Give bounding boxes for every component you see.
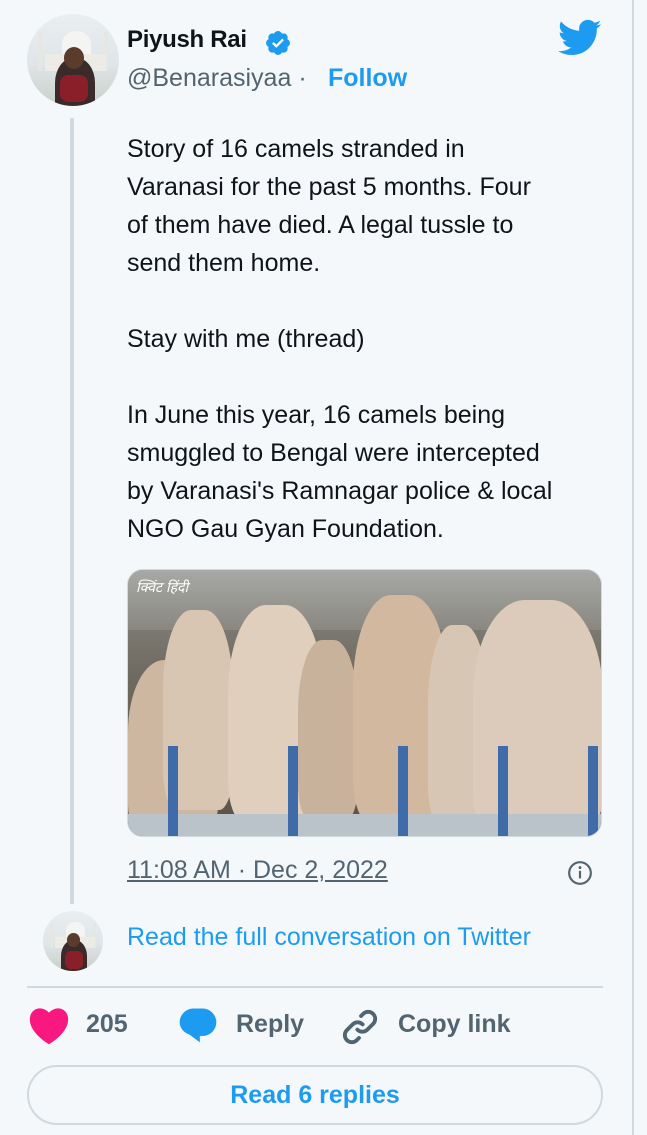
thread-line: [70, 118, 74, 904]
author-avatar[interactable]: [27, 14, 119, 106]
tweet-paragraph: Story of 16 camels stranded in Varanasi …: [127, 135, 531, 277]
divider: [27, 986, 603, 988]
heart-icon[interactable]: [27, 1005, 71, 1045]
tweet-timestamp[interactable]: 11:08 AM · Dec 2, 2022: [127, 856, 388, 885]
info-icon[interactable]: [567, 860, 593, 886]
follow-button[interactable]: Follow: [328, 64, 407, 93]
like-count[interactable]: 205: [86, 1010, 128, 1039]
author-handle[interactable]: @Benarasiyaa ·: [127, 64, 307, 93]
author-handle-text[interactable]: @Benarasiyaa: [127, 64, 291, 92]
tweet-paragraph: In June this year, 16 camels being smugg…: [127, 401, 553, 543]
read-replies-button[interactable]: Read 6 replies: [27, 1065, 603, 1125]
read-full-conversation-link[interactable]: Read the full conversation on Twitter: [127, 923, 531, 952]
thread-avatar[interactable]: [43, 911, 103, 971]
copy-link-button[interactable]: Copy link: [398, 1010, 511, 1039]
link-icon[interactable]: [338, 1006, 382, 1048]
reply-button[interactable]: Reply: [236, 1010, 304, 1039]
tweet-text: Story of 16 camels stranded in Varanasi …: [127, 130, 607, 548]
tweet-media-photo[interactable]: क्विंट हिंदी: [127, 569, 602, 837]
handle-separator: ·: [298, 64, 307, 92]
media-watermark: क्विंट हिंदी: [136, 579, 189, 595]
twitter-bird-icon[interactable]: [558, 19, 602, 57]
reply-bubble-icon[interactable]: [176, 1003, 220, 1047]
verified-badge-icon: [266, 31, 290, 55]
embedded-tweet-card: Piyush Rai @Benarasiyaa · Follow Story o…: [0, 0, 634, 1135]
tweet-paragraph: Stay with me (thread): [127, 325, 365, 353]
author-name[interactable]: Piyush Rai: [127, 26, 247, 54]
